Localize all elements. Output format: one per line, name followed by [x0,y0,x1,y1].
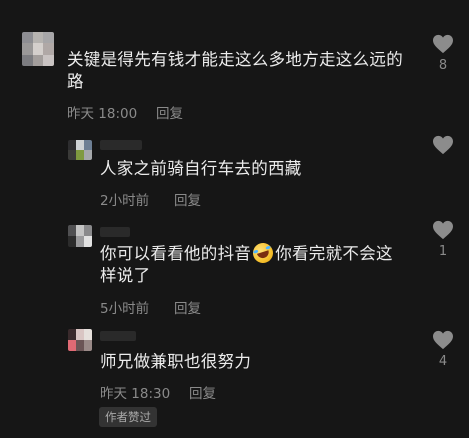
like-button[interactable] [428,135,458,159]
comment-time: 5小时前 [100,301,150,317]
comment-text-part1: 你可以看看他的抖音 [100,244,252,263]
comment-3: 你可以看看他的抖音 你看完就不会这 样说了 5小时前 回复 1 [0,215,469,325]
comment-time: 昨天 18:30 [100,386,171,402]
author-liked-badge: 作者赞过 [99,407,157,427]
like-count: 8 [438,58,448,73]
comment-text: 人家之前骑自行车去的西藏 [100,159,302,178]
reply-button[interactable]: 回复 [174,189,201,209]
reply-button[interactable]: 回复 [174,297,201,317]
comment-1: 关键是得先有钱才能走这么多地方走这么远的 路 昨天 18:00 回复 8 [0,0,469,130]
heart-icon [433,34,453,54]
comment-text-line1: 你可以看看他的抖音 你看完就不会这 [100,240,420,266]
comment-2: 人家之前骑自行车去的西藏 2小时前 回复 [0,130,469,215]
like-count: 1 [438,244,448,259]
heart-icon [433,135,453,155]
comment-time: 2小时前 [100,193,150,209]
comment-text: 关键是得先有钱才能走这么多地方走这么远的 路 [67,49,417,93]
rolling-laughing-emoji-icon [250,240,276,266]
avatar[interactable] [22,32,54,66]
like-count: 4 [438,354,448,369]
comment-text-line2: 路 [67,72,84,91]
comment-text-line2: 样说了 [100,266,151,285]
username-blurred [100,331,136,341]
comment-4: 师兄做兼职也很努力 昨天 18:30 回复 作者赞过 4 [0,325,469,438]
comment-text: 师兄做兼职也很努力 [100,352,252,371]
avatar[interactable] [68,140,92,160]
avatar[interactable] [68,225,92,247]
heart-icon [433,330,453,350]
like-button[interactable]: 8 [428,34,458,73]
like-button[interactable]: 1 [428,220,458,259]
comment-text-part2: 你看完就不会这 [275,244,393,263]
comment-text-line1: 关键是得先有钱才能走这么多地方走这么远的 [67,50,403,69]
comment-text: 你可以看看他的抖音 你看完就不会这 样说了 [100,240,420,287]
like-button[interactable]: 4 [428,330,458,369]
reply-button[interactable]: 回复 [156,102,183,122]
reply-button[interactable]: 回复 [189,382,216,402]
username-blurred [100,140,142,150]
avatar[interactable] [68,329,92,351]
comment-time: 昨天 18:00 [67,106,138,122]
heart-icon [433,220,453,240]
username-blurred [100,227,130,237]
